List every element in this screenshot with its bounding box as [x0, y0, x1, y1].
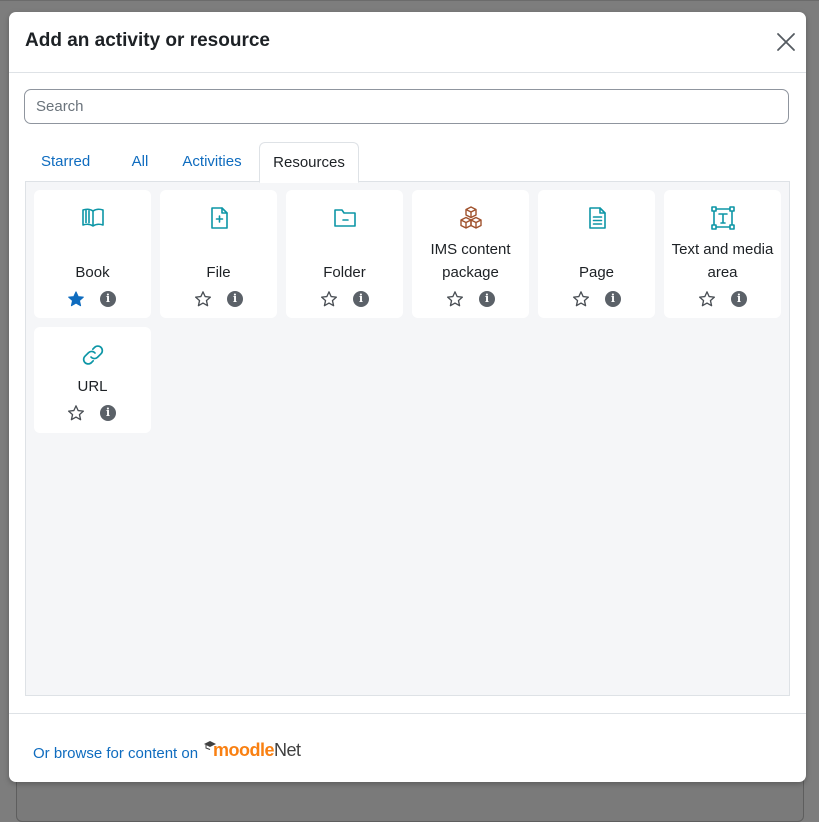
star-filled-icon[interactable]	[67, 290, 85, 308]
module-file[interactable]: File i	[160, 190, 277, 318]
backdrop-divider	[0, 0, 819, 1]
module-book[interactable]: Book i	[34, 190, 151, 318]
text-media-icon	[711, 206, 735, 230]
module-label: URL	[77, 378, 108, 395]
modal-footer: Or browse for content on moodleNet	[9, 713, 806, 783]
moodlenet-logo-moodle: moodle	[213, 740, 275, 760]
resources-panel: Book i File i Folder i IMS content packa…	[25, 181, 790, 696]
link-icon	[82, 345, 104, 365]
star-outline-icon[interactable]	[67, 404, 85, 422]
module-text-and-media-area[interactable]: Text and media area i	[664, 190, 781, 318]
close-icon	[777, 33, 795, 51]
tab-resources[interactable]: Resources	[259, 142, 359, 183]
page-icon	[589, 207, 606, 229]
modal-title: Add an activity or resource	[25, 30, 270, 51]
info-icon[interactable]: i	[100, 291, 116, 307]
star-outline-icon[interactable]	[320, 290, 338, 308]
module-ims-content-package[interactable]: IMS content package i	[412, 190, 529, 318]
search-input[interactable]	[25, 90, 788, 123]
module-label: Folder	[323, 264, 366, 281]
info-icon[interactable]: i	[605, 291, 621, 307]
search-box	[24, 89, 789, 124]
module-url[interactable]: URL i	[34, 327, 151, 433]
modal-header: Add an activity or resource	[9, 12, 806, 73]
moodlenet-logo-net: Net	[274, 740, 301, 760]
activity-chooser-modal: Add an activity or resource Starred All …	[9, 12, 806, 782]
info-icon[interactable]: i	[227, 291, 243, 307]
star-outline-icon[interactable]	[446, 290, 464, 308]
tab-all[interactable]: All	[122, 142, 158, 182]
star-outline-icon[interactable]	[572, 290, 590, 308]
info-icon[interactable]: i	[731, 291, 747, 307]
book-icon	[82, 208, 104, 227]
star-outline-icon[interactable]	[194, 290, 212, 308]
close-button[interactable]	[774, 30, 798, 54]
info-icon[interactable]: i	[100, 405, 116, 421]
file-icon	[211, 207, 228, 229]
browse-moodlenet-link[interactable]: Or browse for content on	[33, 745, 198, 762]
module-label: Book	[75, 264, 110, 281]
info-icon[interactable]: i	[479, 291, 495, 307]
module-label: IMS content package	[430, 241, 511, 281]
module-label: File	[206, 264, 231, 281]
info-icon[interactable]: i	[353, 291, 369, 307]
chooser-tabs: Starred All Activities Resources	[25, 142, 791, 183]
module-folder[interactable]: Folder i	[286, 190, 403, 318]
folder-icon	[334, 209, 356, 227]
ims-package-icon	[460, 206, 482, 229]
tab-activities[interactable]: Activities	[174, 142, 250, 182]
module-label: Page	[578, 264, 615, 281]
module-page[interactable]: Page i	[538, 190, 655, 318]
module-label: Text and media area	[671, 241, 774, 281]
moodlenet-logo[interactable]: moodleNet	[203, 740, 301, 764]
star-outline-icon[interactable]	[698, 290, 716, 308]
tab-starred[interactable]: Starred	[25, 142, 106, 182]
